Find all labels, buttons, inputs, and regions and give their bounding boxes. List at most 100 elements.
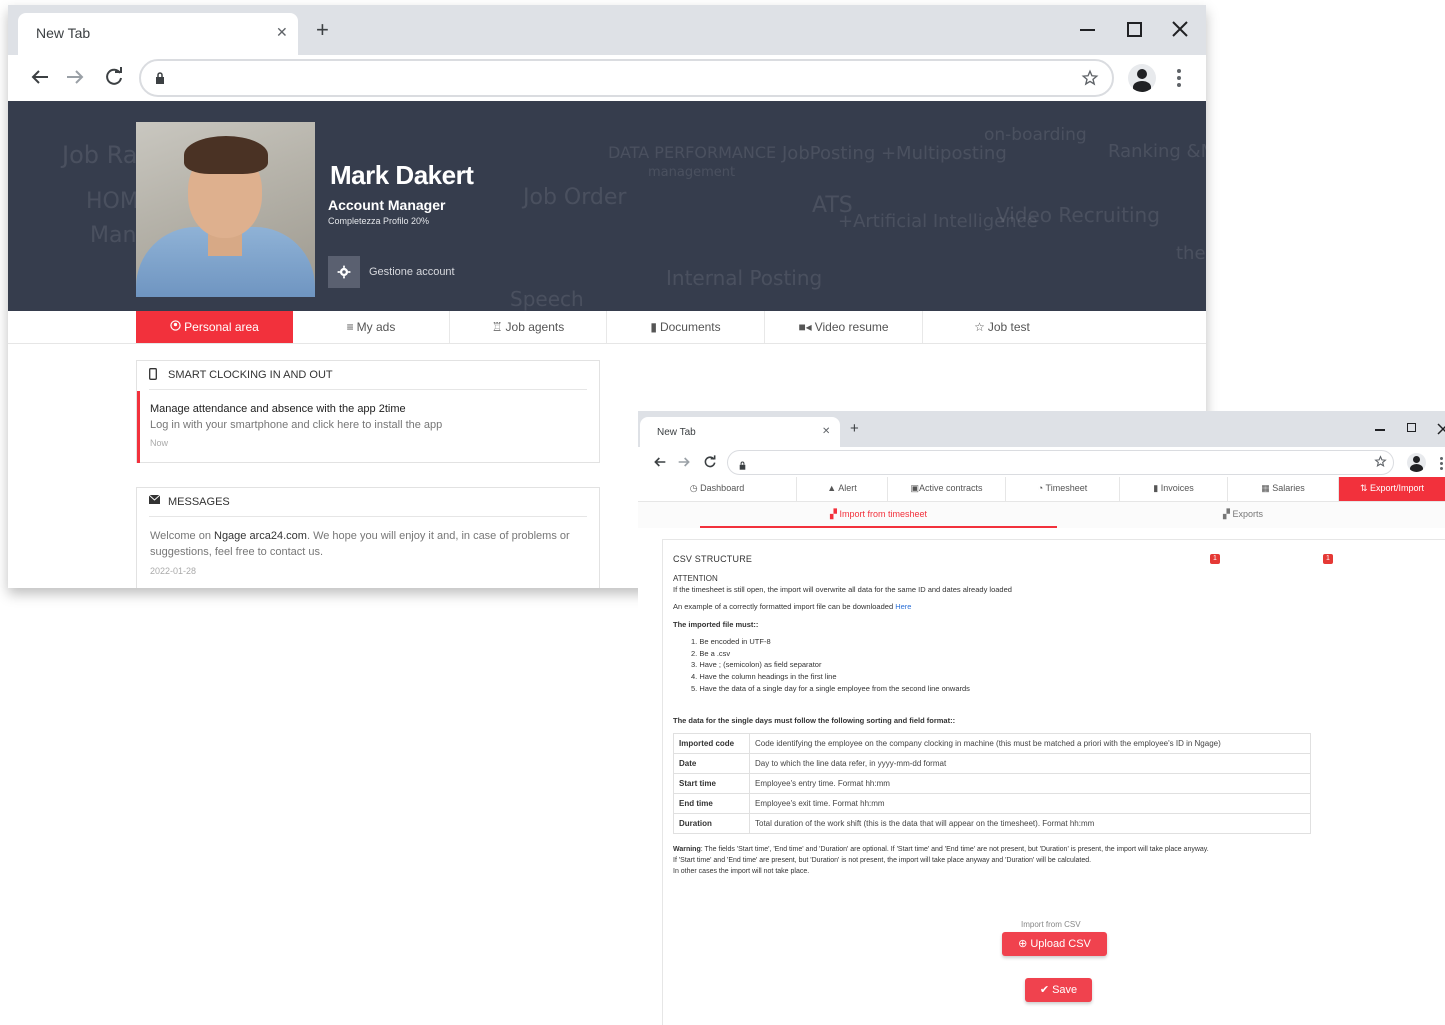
message-suffix: . We hope you will enjoy it and, in case… xyxy=(306,530,570,542)
contract-icon: ▣ xyxy=(910,483,919,493)
upload-csv-button[interactable]: ⊕ Upload CSV xyxy=(1002,932,1107,956)
maximize-icon[interactable] xyxy=(1122,19,1146,39)
warning-text: : The fields 'Start time', 'End time' an… xyxy=(700,846,1209,853)
tab-video-resume[interactable]: ■◂ Video resume xyxy=(765,311,923,343)
rule-item: 2. Be a .csv xyxy=(691,649,731,658)
import-file-icon: ▞ xyxy=(830,509,837,519)
tab-job-agents[interactable]: ♖ Job agents xyxy=(450,311,607,343)
clocking-headline[interactable]: Manage attendance and absence with the a… xyxy=(150,403,406,415)
smartphone-icon xyxy=(149,368,157,383)
banner-word: management xyxy=(648,165,736,180)
new-tab-button[interactable]: + xyxy=(316,17,329,43)
field-key: Date xyxy=(673,753,750,774)
accent-bar xyxy=(137,391,140,463)
menu-salaries[interactable]: ▦ Salaries xyxy=(1228,477,1339,501)
forward-arrow-icon[interactable] xyxy=(63,65,87,94)
subtab-import-from-timesheet[interactable]: ▞ Import from timesheet xyxy=(700,502,1057,528)
close-window-icon[interactable] xyxy=(1168,17,1192,41)
profile-avatar-icon[interactable] xyxy=(1407,453,1426,472)
table-row: Start time Employee's entry time. Format … xyxy=(673,773,1311,794)
tab-personal-area[interactable]: Personal area xyxy=(136,311,293,343)
tab-close-icon[interactable]: ✕ xyxy=(276,24,288,41)
import-csv-label: Import from CSV xyxy=(1021,920,1081,929)
minimize-icon[interactable] xyxy=(1076,19,1100,39)
menu-timesheet[interactable]: ◔ Timesheet xyxy=(1006,477,1120,501)
menu-export-import[interactable]: ⇅ Export/Import xyxy=(1339,477,1445,501)
banner-word: Ranking &Matching xyxy=(1108,141,1206,162)
main-menu: ◷ Dashboard ▲ Alert ▣Active contracts ◔ … xyxy=(638,477,1445,564)
rule-item: 4. Have the column headings in the first… xyxy=(691,672,837,681)
salaries-icon: ▦ xyxy=(1261,483,1270,493)
back-arrow-icon[interactable] xyxy=(652,454,668,475)
invoice-icon: ▮ xyxy=(1153,483,1159,493)
rule-item: 3. Have ; (semicolon) as field separator xyxy=(691,660,822,669)
settings-button[interactable] xyxy=(328,256,360,288)
browser-tab[interactable]: New Tab ✕ xyxy=(640,417,840,447)
reload-icon[interactable] xyxy=(702,454,718,475)
user-circle-icon xyxy=(170,311,181,343)
field-key: End time xyxy=(673,793,750,814)
banner-word: Job Order xyxy=(523,185,627,210)
attention-text: If the timesheet is still open, the impo… xyxy=(673,585,1012,594)
profile-name: Mark Dakert xyxy=(330,160,474,190)
example-download-link[interactable]: Here xyxy=(895,602,911,611)
attention-label: ATTENTION xyxy=(673,574,718,583)
message-text: Welcome on Ngage arca24.com. We hope you… xyxy=(150,530,570,542)
new-tab-button[interactable]: + xyxy=(850,420,859,437)
tab-close-icon[interactable]: ✕ xyxy=(822,426,830,437)
field-key: Duration xyxy=(673,813,750,834)
browser-menu-icon[interactable] xyxy=(1177,69,1181,87)
banner-word: HOM xyxy=(86,189,139,214)
back-arrow-icon[interactable] xyxy=(28,65,52,94)
save-button[interactable]: ✔ Save xyxy=(1025,978,1092,1002)
close-window-icon[interactable] xyxy=(1435,420,1445,436)
reload-icon[interactable] xyxy=(102,65,126,94)
field-key: Start time xyxy=(673,773,750,794)
maximize-icon[interactable] xyxy=(1404,421,1420,435)
menu-dashboard[interactable]: ◷ Dashboard xyxy=(638,477,797,501)
field-desc: Employee's exit time. Format hh:mm xyxy=(749,793,1311,814)
profile-photo xyxy=(136,122,315,297)
banner-word: Speech xyxy=(510,287,584,311)
format-title: The data for the single days must follow… xyxy=(673,716,956,725)
subtab-exports[interactable]: ▞ Exports xyxy=(1057,502,1429,526)
upload-icon: ⊕ xyxy=(1018,938,1028,950)
export-file-icon: ▞ xyxy=(1223,509,1230,519)
manage-account-link[interactable]: Gestione account xyxy=(369,266,455,278)
lock-icon xyxy=(739,457,746,475)
menu-alert[interactable]: ▲ Alert xyxy=(797,477,888,501)
address-bar[interactable] xyxy=(139,59,1114,97)
table-row: End time Employee's exit time. Format hh:… xyxy=(673,793,1311,814)
banner-word: DATA PERFORMANCE xyxy=(608,143,777,162)
bookmark-star-icon[interactable] xyxy=(1081,69,1099,92)
message-date: 2022-01-28 xyxy=(150,566,197,576)
banner-word: Video Recruiting xyxy=(996,203,1160,227)
rule-item: 1. Be encoded in UTF-8 xyxy=(691,637,771,646)
menu-active-contracts[interactable]: ▣Active contracts xyxy=(888,477,1006,501)
tab-job-test[interactable]: ☆ Job test xyxy=(923,311,1081,343)
browser-menu-icon[interactable] xyxy=(1440,457,1443,470)
field-desc: Employee's entry time. Format hh:mm xyxy=(749,773,1311,794)
banner-word: Internal Posting xyxy=(666,266,823,290)
address-bar[interactable] xyxy=(727,450,1394,475)
menu-invoices[interactable]: ▮ Invoices xyxy=(1120,477,1228,501)
message-text-line2: suggestions, feel free to contact us. xyxy=(150,546,324,558)
bell-icon: ▲ xyxy=(827,483,837,493)
example-text-body: An example of a correctly formatted impo… xyxy=(673,602,896,611)
bookmark-star-icon[interactable] xyxy=(1374,455,1387,473)
forward-arrow-icon[interactable] xyxy=(676,454,692,475)
warning-line1: Warning: The fields 'Start time', 'End t… xyxy=(673,846,1209,853)
tab-label: Personal area xyxy=(184,320,259,334)
card-title: MESSAGES xyxy=(168,496,230,508)
warning-label: Warning xyxy=(673,846,701,853)
clocking-description[interactable]: Log in with your smartphone and click he… xyxy=(150,419,442,431)
tab-documents[interactable]: ▮ Documents xyxy=(607,311,765,343)
minimize-icon[interactable] xyxy=(1372,421,1388,435)
tab-label: Job test xyxy=(987,320,1030,334)
tab-my-ads[interactable]: ≡ My ads xyxy=(293,311,450,343)
table-row: Imported code Code identifying the employ… xyxy=(673,733,1311,754)
profile-avatar-icon[interactable] xyxy=(1128,64,1156,92)
subtab-label: Import from timesheet xyxy=(839,509,927,519)
browser-tab[interactable]: New Tab ✕ xyxy=(18,13,298,55)
browser-toolbar xyxy=(638,447,1445,477)
